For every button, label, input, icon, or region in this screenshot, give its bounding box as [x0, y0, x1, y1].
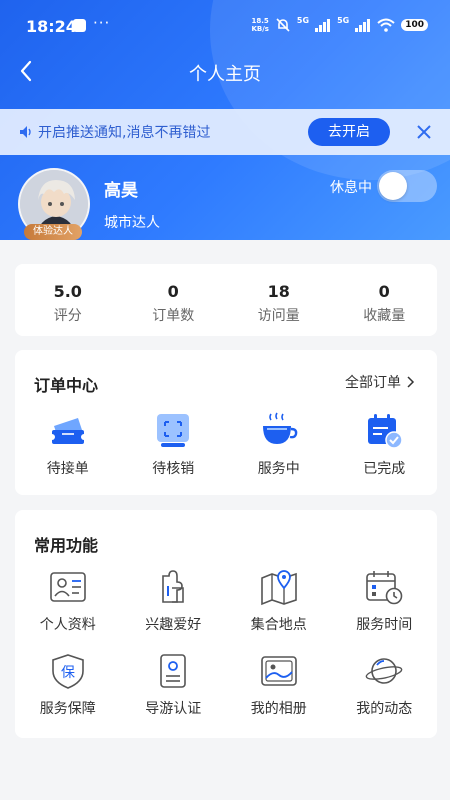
speaker-icon — [20, 126, 31, 138]
mute-bell-icon — [276, 18, 290, 32]
signal-icon — [315, 18, 331, 32]
user-title: 城市达人 — [104, 215, 160, 231]
push-notification-banner: 开启推送通知,消息不再错过 去开启 — [0, 109, 450, 155]
stat-visits[interactable]: 18 访问量 — [226, 264, 332, 336]
stat-value: 0 — [378, 282, 390, 301]
profile-header: 体验达人 高昊 城市达人 休息中 — [0, 160, 450, 240]
func-meeting-point[interactable]: 集合地点 — [226, 568, 332, 634]
svg-text:保: 保 — [61, 665, 75, 681]
order-center-title: 订单中心 — [34, 376, 99, 395]
func-service-time[interactable]: 服务时间 — [332, 568, 438, 634]
func-service-guarantee[interactable]: 保 服务保障 — [15, 652, 121, 718]
wifi-icon — [377, 18, 395, 32]
network-speed-value: 18.5 — [251, 17, 269, 25]
function-label: 导游认证 — [145, 701, 202, 717]
user-badge: 体验达人 — [24, 224, 82, 240]
function-label: 服务保障 — [39, 701, 96, 717]
function-label: 兴趣爱好 — [145, 617, 202, 633]
order-completed[interactable]: 已完成 — [332, 410, 438, 478]
chevron-right-icon — [407, 376, 415, 388]
stat-label: 评分 — [53, 308, 82, 324]
calendar-clock-icon — [366, 571, 403, 605]
toggle-knob — [379, 172, 407, 200]
stat-value: 18 — [267, 282, 290, 301]
order-pending-verify[interactable]: 待核销 — [121, 410, 227, 478]
function-label: 我的相册 — [250, 701, 307, 717]
common-functions-card: 常用功能 个人资料 兴趣爱好 集合地点 服务时间 保 服务保障 导游认证 我的相… — [15, 510, 437, 738]
ticket-icon — [48, 418, 87, 444]
order-status-label: 待接单 — [46, 461, 89, 477]
order-center-card: 订单中心 全部订单 待接单 待核销 服务中 已完成 — [15, 350, 437, 495]
id-card-icon — [49, 572, 86, 602]
coffee-cup-icon — [262, 412, 298, 444]
order-status-label: 待核销 — [152, 461, 195, 477]
func-my-moments[interactable]: 我的动态 — [332, 652, 438, 718]
order-pending-accept[interactable]: 待接单 — [15, 410, 121, 478]
status-time: 18:24 — [26, 17, 77, 36]
functions-row-1: 个人资料 兴趣爱好 集合地点 服务时间 — [15, 568, 437, 634]
signal-5g-label-2: 5G — [337, 15, 350, 25]
puzzle-icon — [162, 570, 185, 603]
common-functions-title: 常用功能 — [34, 536, 99, 555]
planet-icon — [365, 658, 403, 684]
all-orders-label: 全部订单 — [345, 375, 401, 391]
network-speed-unit: KB/s — [251, 25, 269, 33]
func-guide-certification[interactable]: 导游认证 — [121, 652, 227, 718]
order-status-label: 服务中 — [257, 461, 300, 477]
network-speed: 18.5 KB/s — [251, 17, 268, 33]
signal-icon-2 — [355, 18, 371, 32]
func-profile[interactable]: 个人资料 — [15, 568, 121, 634]
stat-favorites[interactable]: 0 收藏量 — [332, 264, 438, 336]
rest-status-label: 休息中 — [330, 180, 372, 196]
function-label: 我的动态 — [356, 701, 413, 717]
status-bar: 18:24 ··· 18.5 KB/s 5G 5G 100 — [0, 0, 450, 52]
order-status-row: 待接单 待核销 服务中 已完成 — [15, 410, 437, 478]
func-hobbies[interactable]: 兴趣爱好 — [121, 568, 227, 634]
stat-value: 0 — [167, 282, 179, 301]
app-notification-icon — [73, 19, 86, 32]
user-name: 高昊 — [104, 181, 138, 201]
functions-row-2: 保 服务保障 导游认证 我的相册 我的动态 — [15, 652, 437, 718]
stat-label: 访问量 — [257, 308, 300, 324]
rest-toggle[interactable] — [377, 170, 437, 202]
photo-icon — [260, 656, 297, 686]
status-more-dots: ··· — [93, 14, 111, 32]
all-orders-link[interactable]: 全部订单 — [345, 372, 415, 392]
enable-notification-button[interactable]: 去开启 — [308, 118, 390, 146]
stat-value: 5.0 — [53, 282, 82, 301]
badge-card-icon — [160, 654, 187, 688]
nav-bar: 个人主页 — [0, 52, 450, 92]
shield-icon: 保 — [51, 654, 84, 689]
stat-label: 收藏量 — [363, 308, 406, 324]
calendar-check-icon — [368, 414, 403, 449]
scan-icon — [157, 414, 190, 447]
function-label: 集合地点 — [250, 617, 307, 633]
order-in-service[interactable]: 服务中 — [226, 410, 332, 478]
function-label: 服务时间 — [356, 617, 413, 633]
page-title: 个人主页 — [189, 64, 261, 85]
order-status-label: 已完成 — [363, 461, 406, 477]
close-icon[interactable] — [414, 122, 434, 142]
notify-message: 开启推送通知,消息不再错过 — [38, 125, 211, 141]
stat-label: 订单数 — [152, 308, 195, 324]
signal-5g-label-1: 5G — [296, 15, 310, 25]
stat-rating[interactable]: 5.0 评分 — [15, 264, 121, 336]
battery-indicator: 100 — [401, 19, 428, 31]
stats-card: 5.0 评分 0 订单数 18 访问量 0 收藏量 — [15, 264, 437, 336]
func-my-album[interactable]: 我的相册 — [226, 652, 332, 718]
map-pin-icon — [260, 570, 297, 606]
function-label: 个人资料 — [39, 617, 96, 633]
stat-orders[interactable]: 0 订单数 — [121, 264, 227, 336]
